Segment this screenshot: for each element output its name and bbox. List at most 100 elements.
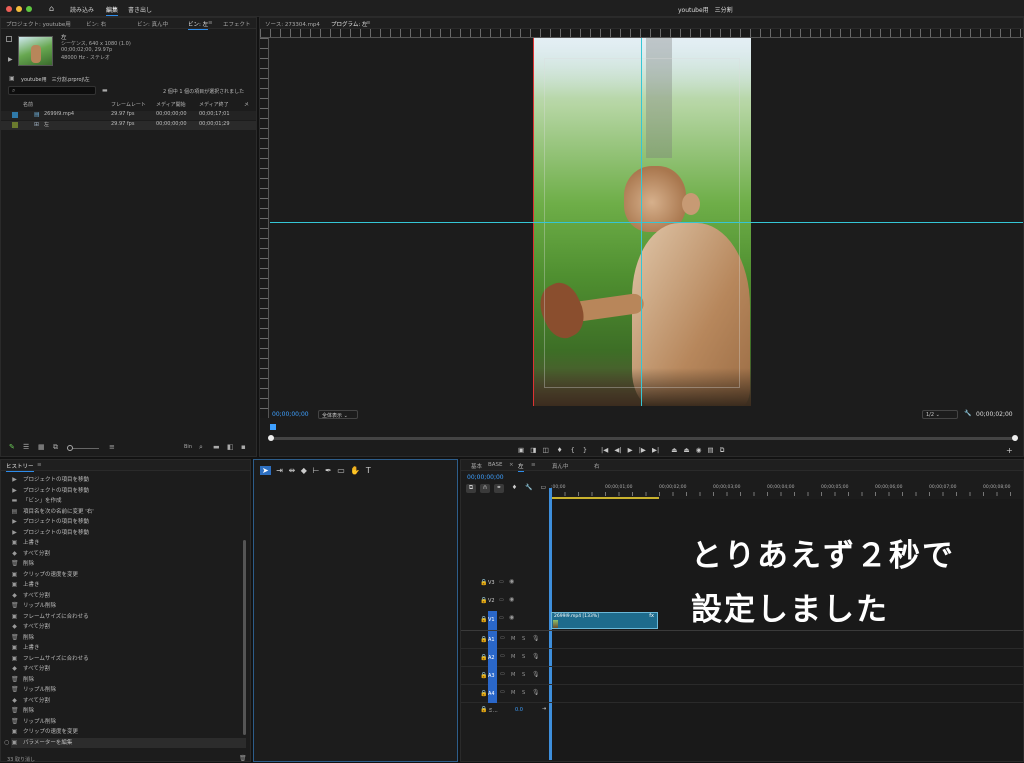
tab-source[interactable]: ソース: 273304.mp4: [265, 20, 320, 28]
label-color-swatch[interactable]: [12, 122, 18, 128]
rectangle-tool-icon[interactable]: ▭: [337, 466, 345, 475]
history-item[interactable]: ▤ 項目名を次の名前に変更 '右': [11, 507, 246, 518]
pen-tool-icon[interactable]: ✒: [325, 466, 332, 475]
history-item[interactable]: ▣ クリップの速度を変更: [11, 570, 246, 581]
monitor-menu-icon[interactable]: ≡: [366, 20, 371, 26]
horizontal-guide[interactable]: [270, 222, 1023, 223]
history-item[interactable]: ◆ すべて分割: [11, 664, 246, 675]
tab-bin-left[interactable]: ビン: 左: [188, 20, 209, 30]
timeline-ruler[interactable]: :00;00 00;00;01;00 00;00;02;00 00;00;03;00 0…: [551, 485, 1023, 497]
history-item[interactable]: ▶ プロジェクトの項目を移動: [11, 517, 246, 528]
freeform-view-icon[interactable]: ⧉: [53, 443, 58, 452]
lock-icon[interactable]: 🔒: [480, 579, 487, 586]
solo-icon[interactable]: S: [522, 690, 525, 696]
lock-icon[interactable]: 🔒: [480, 690, 487, 697]
video-clip[interactable]: 2699l9.mp4 [133%] fx: [551, 612, 658, 629]
track-label[interactable]: A3: [488, 673, 495, 679]
col-media-end[interactable]: メディア終了: [199, 101, 229, 108]
col-name[interactable]: 名前: [23, 101, 33, 108]
nest-icon[interactable]: ⧉: [466, 484, 476, 493]
toggle-output-icon[interactable]: ▭: [499, 597, 504, 603]
history-item[interactable]: ▣ フレームサイズに合わせる: [11, 654, 246, 665]
razor-tool-icon[interactable]: ◆: [301, 466, 307, 475]
find-icon[interactable]: ⌕: [199, 443, 203, 452]
guides-icon[interactable]: ◫: [542, 446, 548, 454]
label-color-swatch[interactable]: [12, 112, 18, 118]
lock-icon[interactable]: 🔒: [480, 654, 487, 661]
snap-icon[interactable]: ∩: [479, 484, 490, 493]
history-item[interactable]: 🗑 リップル削除: [11, 601, 246, 612]
history-item[interactable]: ▣ パラメーターを編集 ○: [4, 737, 246, 748]
lock-icon[interactable]: 🔒: [480, 616, 487, 623]
pencil-icon[interactable]: ✎: [9, 443, 15, 451]
history-item[interactable]: ▶ プロジェクトの項目を移動: [11, 486, 246, 497]
lock-icon[interactable]: 🔒: [480, 672, 487, 679]
go-to-out-icon[interactable]: ▶|: [652, 446, 659, 454]
menu-import[interactable]: 読み込み: [70, 5, 94, 14]
zoom-slider-handle[interactable]: [67, 445, 73, 451]
captions-icon[interactable]: ▭: [540, 484, 546, 491]
track-label[interactable]: A4: [488, 691, 495, 697]
hand-tool-icon[interactable]: ✋: [350, 466, 360, 475]
zoom-select[interactable]: 全体表示 ⌄: [318, 410, 358, 419]
track-label[interactable]: A1: [488, 637, 495, 643]
history-item[interactable]: 🗑 削除: [11, 706, 246, 717]
delete-history-icon[interactable]: 🗑: [239, 755, 247, 762]
minimize-window-button[interactable]: [16, 6, 22, 12]
step-back-icon[interactable]: ◀|: [614, 446, 621, 454]
scrub-end-handle[interactable]: [1012, 435, 1018, 441]
eye-icon[interactable]: ◉: [509, 614, 514, 621]
history-item[interactable]: ▣ フレームサイズに合わせる: [11, 612, 246, 623]
add-marker-icon[interactable]: ♦: [512, 484, 517, 491]
zoom-slider[interactable]: [67, 445, 99, 451]
go-to-in-icon[interactable]: |◀: [601, 446, 608, 454]
eye-icon[interactable]: ◉: [509, 596, 514, 603]
history-item[interactable]: ◆ すべて分割: [11, 622, 246, 633]
scrub-start-handle[interactable]: [268, 435, 274, 441]
history-item[interactable]: 🗑 リップル削除: [11, 717, 246, 728]
monitor-scrub-bar[interactable]: [268, 435, 1018, 441]
history-item[interactable]: ▶ プロジェクトの項目を移動: [11, 475, 246, 486]
sort-icon[interactable]: ≡: [109, 443, 115, 451]
mark-in-icon[interactable]: {: [571, 446, 575, 454]
close-window-button[interactable]: [6, 6, 12, 12]
track-label[interactable]: V1: [488, 617, 495, 623]
mute-icon[interactable]: M: [511, 636, 515, 642]
col-more[interactable]: メ: [244, 101, 249, 108]
ripple-edit-tool-icon[interactable]: ⇹: [289, 466, 296, 475]
microphone-icon[interactable]: 🎙: [532, 689, 540, 696]
new-item-icon[interactable]: ◧: [227, 443, 234, 451]
slip-tool-icon[interactable]: ⊢: [312, 466, 319, 475]
master-volume[interactable]: 0.0: [515, 707, 523, 713]
play-button-icon[interactable]: ▶: [628, 446, 633, 454]
automate-icon[interactable]: Bin: [184, 444, 192, 450]
list-view-icon[interactable]: ☰: [23, 443, 29, 451]
table-row[interactable]: ⊞ 左 29.97 fps 00;00;00;00 00;00;01;29: [1, 121, 256, 130]
tab-bin-right[interactable]: ビン: 右: [86, 20, 106, 28]
track-label[interactable]: V3: [488, 580, 495, 586]
maximize-window-button[interactable]: [26, 6, 32, 12]
play-icon[interactable]: ▶: [8, 56, 13, 63]
extract-icon[interactable]: ⏏: [683, 446, 689, 454]
mute-icon[interactable]: M: [511, 690, 515, 696]
tab-seq-middle[interactable]: 真ん中: [552, 462, 569, 470]
timeline-timecode[interactable]: 00;00;00;00: [467, 474, 504, 481]
tab-history[interactable]: ヒストリー: [6, 462, 34, 472]
export-frame-icon[interactable]: ◉: [696, 446, 702, 454]
track-label[interactable]: A2: [488, 655, 495, 661]
microphone-icon[interactable]: 🎙: [532, 653, 540, 660]
history-item[interactable]: 🗑 リップル削除: [11, 685, 246, 696]
toggle-output-icon[interactable]: ▭: [499, 579, 504, 585]
history-item[interactable]: ▣ クリップの速度を変更: [11, 727, 246, 738]
history-item[interactable]: 🗑 削除: [11, 675, 246, 686]
lock-icon[interactable]: 🔒: [480, 597, 487, 604]
table-row[interactable]: ▤ 2699l9.mp4 29.97 fps 00;00;00;00 00;00…: [1, 111, 256, 120]
history-item[interactable]: ▣ 上書き: [11, 643, 246, 654]
tab-menu-icon[interactable]: ≡: [208, 20, 213, 26]
lock-icon[interactable]: 🔒: [480, 636, 487, 643]
toggle-output-icon[interactable]: ▭: [499, 615, 504, 621]
monitor-playhead[interactable]: [270, 424, 276, 430]
tab-seq-basic[interactable]: 基本: [471, 462, 482, 470]
tab-seq-right[interactable]: 右: [594, 462, 600, 470]
selection-tool-icon[interactable]: ➤: [260, 466, 271, 475]
